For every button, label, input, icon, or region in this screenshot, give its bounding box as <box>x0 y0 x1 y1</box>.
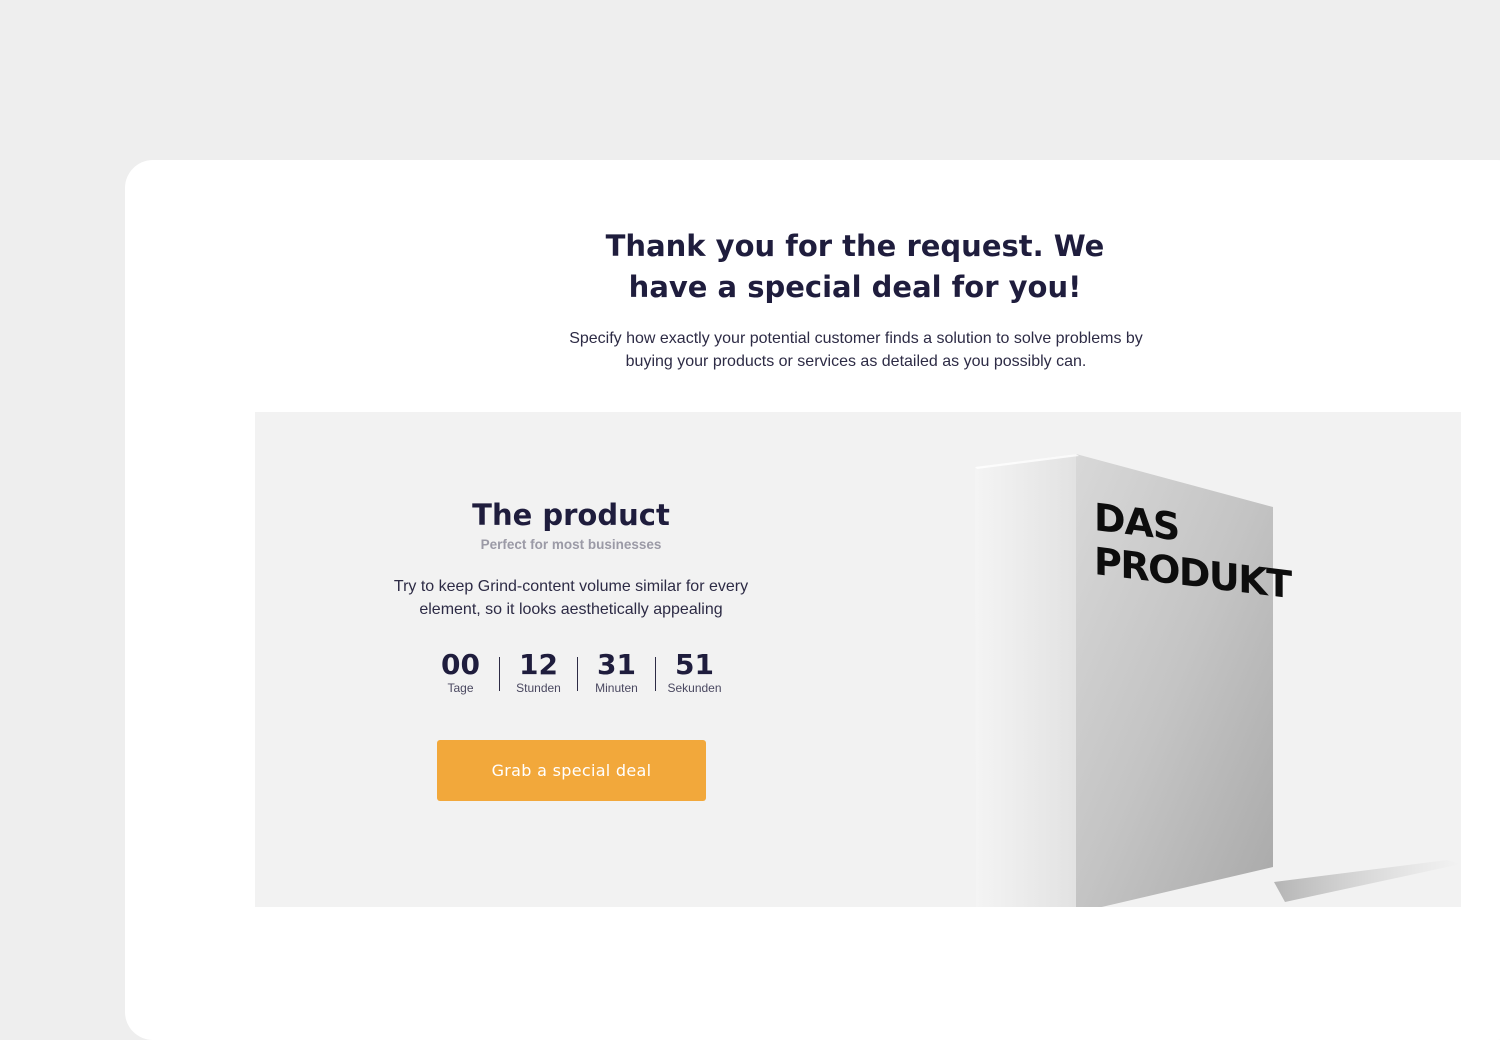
product-box-image: DAS PRODUKT <box>975 454 1461 907</box>
grab-deal-button[interactable]: Grab a special deal <box>437 740 706 801</box>
product-title: The product <box>472 498 670 532</box>
countdown-timer: 00 Tage 12 Stunden 31 Minuten 51 Sekunde… <box>433 648 722 696</box>
page-title: Thank you for the request. We have a spe… <box>605 229 1105 304</box>
product-description: Try to keep Grind-content volume similar… <box>393 578 749 618</box>
countdown-seconds-value: 51 <box>675 648 714 681</box>
countdown-days-label: Tage <box>447 681 474 695</box>
countdown-days: 00 Tage <box>433 648 488 696</box>
page-description: Specify how exactly your potential custo… <box>569 330 1143 370</box>
box-shadow <box>1274 860 1461 902</box>
thank-you-card: Thank you for the request. We have a spe… <box>125 160 1500 1040</box>
countdown-days-value: 00 <box>441 648 480 681</box>
countdown-minutes-value: 31 <box>597 648 636 681</box>
product-subtitle: Perfect for most businesses <box>480 537 662 552</box>
countdown-seconds-label: Sekunden <box>667 681 722 695</box>
countdown-minutes-label: Minuten <box>595 681 638 695</box>
countdown-hours: 12 Stunden <box>511 648 566 696</box>
countdown-hours-label: Stunden <box>516 681 561 695</box>
box-side <box>975 454 1076 907</box>
offer-panel: The product Perfect for most businesses … <box>255 412 1461 907</box>
countdown-hours-value: 12 <box>519 648 558 681</box>
countdown-divider <box>655 657 656 691</box>
countdown-divider <box>499 657 500 691</box>
countdown-seconds: 51 Sekunden <box>667 648 722 696</box>
countdown-divider <box>577 657 578 691</box>
countdown-minutes: 31 Minuten <box>589 648 644 696</box>
